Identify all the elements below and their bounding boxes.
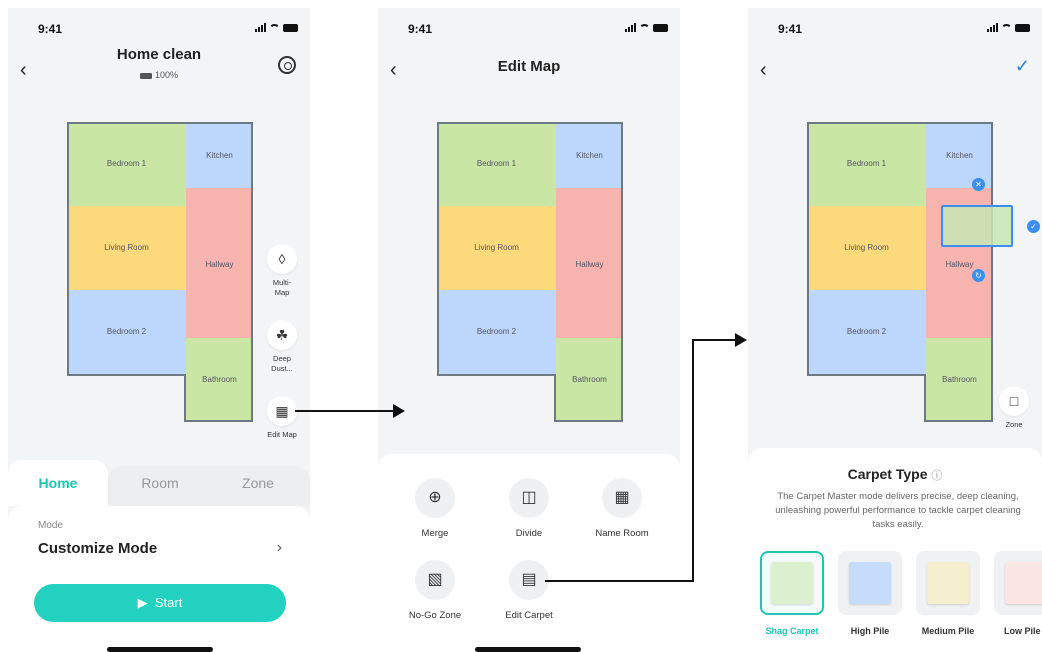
header: ‹ Home clean 100% xyxy=(8,46,310,86)
mode-label: Mode xyxy=(38,520,64,531)
merge-icon: ⊕ xyxy=(415,478,455,518)
mode-value[interactable]: Customize Mode xyxy=(38,540,157,557)
room-bathroom[interactable]: Bathroom xyxy=(926,338,993,422)
signal-icon xyxy=(987,23,998,32)
tab-room[interactable]: Room xyxy=(110,460,210,506)
carpet-option-low-pile[interactable] xyxy=(994,551,1042,615)
carpet-label-low-pile: Low Pile xyxy=(1004,626,1041,636)
mode-tabs: Home Room Zone xyxy=(8,460,310,506)
flow-arrow-1 xyxy=(295,410,395,412)
info-icon[interactable]: ⓘ xyxy=(931,470,942,482)
room-bedroom-2[interactable]: Bedroom 2 xyxy=(67,290,186,374)
header: ‹ ✓ xyxy=(748,46,1042,86)
room-bedroom-1[interactable]: Bedroom 1 xyxy=(807,122,926,206)
arrowhead-2 xyxy=(735,333,747,347)
divide-button[interactable]: ◫ Divide xyxy=(489,478,569,539)
room-bedroom-2[interactable]: Bedroom 2 xyxy=(807,290,926,374)
carpet-type-title: Carpet Type ⓘ xyxy=(847,466,943,482)
multi-map-button[interactable]: ◊ Multi- Map xyxy=(262,244,302,298)
battery-icon xyxy=(653,23,668,32)
header: ‹ Edit Map xyxy=(378,46,680,86)
edit-map-button[interactable]: ▦ Edit Map xyxy=(262,396,302,440)
start-button[interactable]: ▶ Start xyxy=(34,584,286,622)
status-bar: 9:41 xyxy=(378,22,680,38)
battery-icon xyxy=(1015,23,1030,32)
carpet-selection-box[interactable] xyxy=(941,205,1013,247)
floor-map: Bedroom 1 Kitchen Living Room Hallway Be… xyxy=(67,122,253,422)
room-hallway[interactable]: Hallway xyxy=(186,188,253,338)
room-kitchen[interactable]: Kitchen xyxy=(926,122,993,188)
room-hallway[interactable]: Hallway xyxy=(556,188,623,338)
rotate-icon[interactable]: ↻ xyxy=(972,269,985,282)
room-bedroom-1[interactable]: Bedroom 1 xyxy=(67,122,186,206)
home-indicator xyxy=(475,647,581,652)
room-kitchen[interactable]: Kitchen xyxy=(186,122,253,188)
signal-icon xyxy=(625,23,636,32)
carpet-label-medium-pile: Medium Pile xyxy=(921,626,975,636)
screen-edit-map: 9:41 ‹ Edit Map Bedroom 1 Kitchen Living… xyxy=(378,8,680,652)
home-indicator xyxy=(107,647,213,652)
flow-arrow-2-vertical xyxy=(692,339,694,582)
edit-carpet-icon: ▤ xyxy=(509,560,549,600)
chevron-right-icon[interactable]: › xyxy=(277,539,282,557)
check-icon[interactable]: ✓ xyxy=(1015,56,1030,77)
zone-add-icon: □ xyxy=(999,386,1029,416)
back-icon[interactable]: ‹ xyxy=(760,60,767,80)
floor-map: Bedroom 1 Kitchen Living Room Hallway Be… xyxy=(807,122,993,422)
carpet-option-high-pile[interactable] xyxy=(838,551,902,615)
status-time: 9:41 xyxy=(778,22,803,36)
status-bar: 9:41 xyxy=(8,22,310,38)
room-bedroom-1[interactable]: Bedroom 1 xyxy=(437,122,556,206)
room-kitchen[interactable]: Kitchen xyxy=(556,122,623,188)
page-title: Home clean xyxy=(116,46,202,63)
battery-level: 100% xyxy=(154,70,179,80)
screen-home-clean: 9:41 ‹ Home clean 100% Bedroom 1 Kitchen… xyxy=(8,8,310,652)
room-living-room[interactable]: Living Room xyxy=(807,206,926,290)
arrowhead-1 xyxy=(393,404,405,418)
layers-icon: ◊ xyxy=(267,244,297,274)
merge-button[interactable]: ⊕ Merge xyxy=(395,478,475,539)
room-living-room[interactable]: Living Room xyxy=(437,206,556,290)
carpet-label-shag: Shag Carpet xyxy=(765,626,819,636)
name-room-icon: ▦ xyxy=(602,478,642,518)
settings-icon[interactable] xyxy=(278,56,296,74)
confirm-icon[interactable]: ✓ xyxy=(1027,220,1040,233)
page-title: Edit Map xyxy=(497,58,561,75)
map-icon: ▦ xyxy=(267,396,297,426)
no-go-icon: ▧ xyxy=(415,560,455,600)
dust-icon: ☘ xyxy=(267,320,297,350)
room-living-room[interactable]: Living Room xyxy=(67,206,186,290)
signal-icon xyxy=(255,23,266,32)
zone-button[interactable]: □ Zone xyxy=(994,386,1034,430)
screen-carpet-type: 9:41 ‹ ✓ Bedroom 1 Kitchen Living Room H… xyxy=(748,8,1042,652)
room-bedroom-2[interactable]: Bedroom 2 xyxy=(437,290,556,374)
play-icon: ▶ xyxy=(137,595,148,610)
wifi-icon xyxy=(639,23,650,32)
battery-small-icon xyxy=(139,72,152,79)
name-room-button[interactable]: ▦ Name Room xyxy=(582,478,662,539)
status-time: 9:41 xyxy=(38,22,63,36)
flow-arrow-2 xyxy=(545,580,693,582)
carpet-label-high-pile: High Pile xyxy=(850,626,890,636)
carpet-option-shag[interactable] xyxy=(760,551,824,615)
wifi-icon xyxy=(269,23,280,32)
battery-icon xyxy=(283,23,298,32)
room-bathroom[interactable]: Bathroom xyxy=(186,338,253,422)
edit-carpet-button[interactable]: ▤ Edit Carpet xyxy=(489,560,569,621)
no-go-zone-button[interactable]: ▧ No-Go Zone xyxy=(395,560,475,621)
wifi-icon xyxy=(1001,23,1012,32)
carpet-description: The Carpet Master mode delivers precise,… xyxy=(775,491,1021,530)
status-bar: 9:41 xyxy=(748,22,1042,38)
close-icon[interactable]: ✕ xyxy=(972,178,985,191)
deep-dust-button[interactable]: ☘ Deep Dust... xyxy=(262,320,302,374)
floor-map: Bedroom 1 Kitchen Living Room Hallway Be… xyxy=(437,122,623,422)
carpet-option-medium-pile[interactable] xyxy=(916,551,980,615)
stage: 9:41 ‹ Home clean 100% Bedroom 1 Kitchen… xyxy=(0,0,1042,652)
status-time: 9:41 xyxy=(408,22,433,36)
divide-icon: ◫ xyxy=(509,478,549,518)
tab-zone[interactable]: Zone xyxy=(208,460,308,506)
tab-home[interactable]: Home xyxy=(8,460,108,506)
room-bathroom[interactable]: Bathroom xyxy=(556,338,623,422)
